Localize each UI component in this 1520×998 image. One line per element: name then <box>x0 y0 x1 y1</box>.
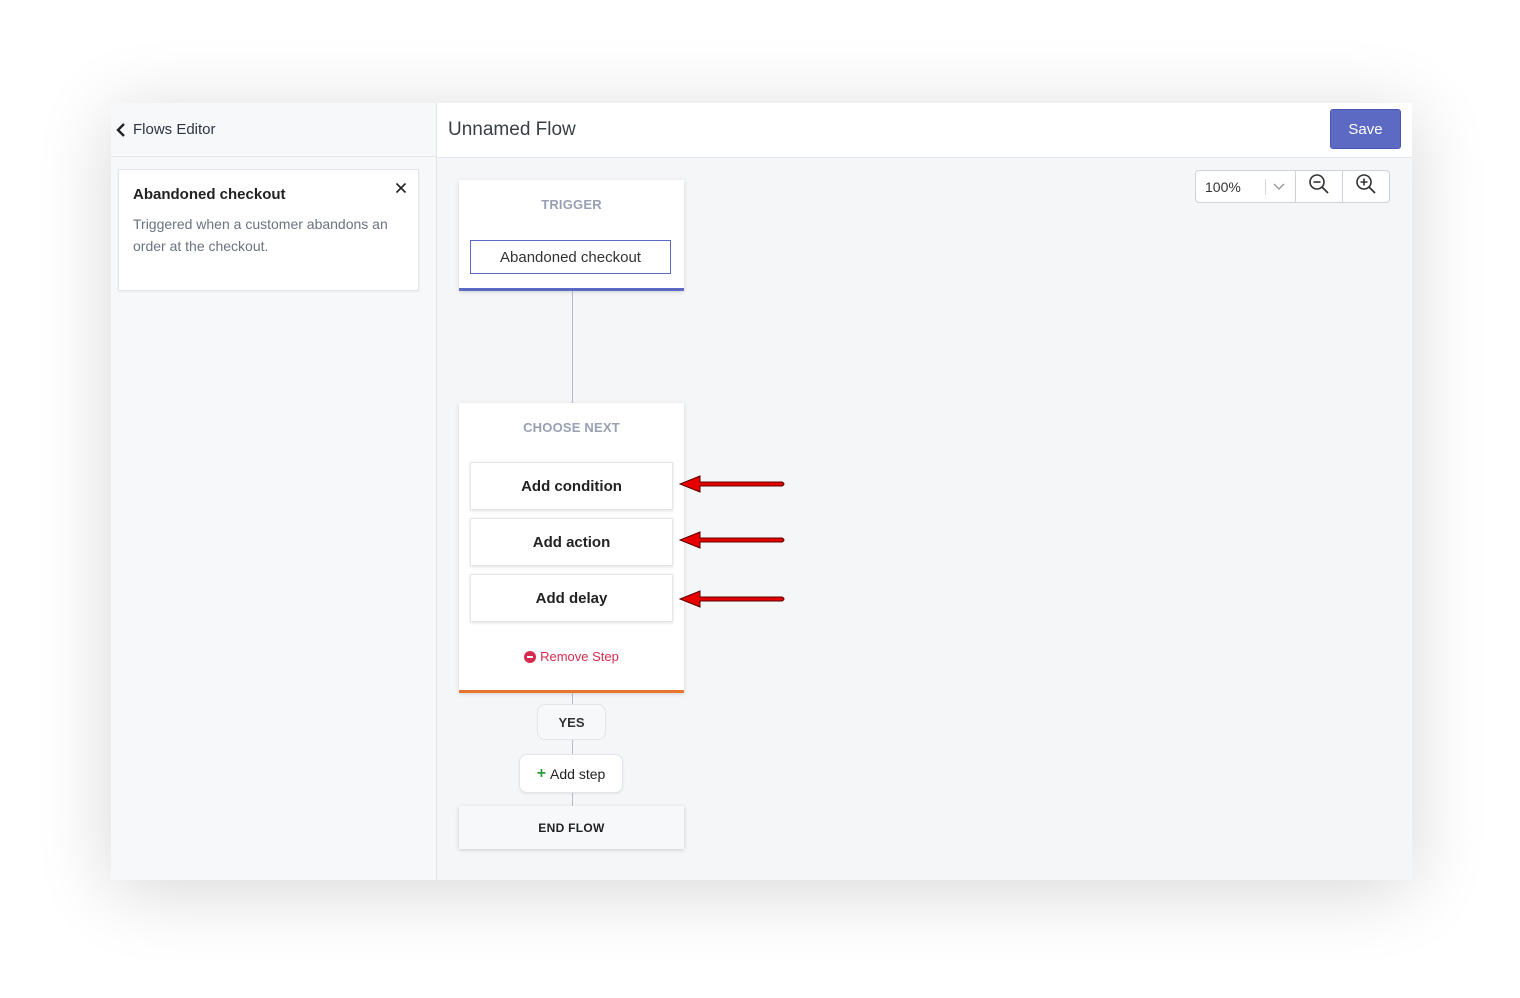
zoom-in-icon <box>1354 172 1378 201</box>
minus-circle-icon <box>524 650 537 663</box>
remove-step-button[interactable]: Remove Step <box>459 649 684 664</box>
end-flow-card: END FLOW <box>459 806 684 849</box>
zoom-level-value: 100% <box>1205 178 1241 195</box>
editor-header: Unnamed Flow Save <box>437 103 1412 158</box>
back-link-label: Flows Editor <box>133 121 216 138</box>
zoom-out-icon <box>1307 172 1331 201</box>
close-icon[interactable] <box>393 180 409 196</box>
trigger-heading: TRIGGER <box>541 197 602 212</box>
trigger-info-panel: Abandoned checkout Triggered when a cust… <box>118 169 419 291</box>
back-link[interactable]: Flows Editor <box>111 103 436 157</box>
add-delay-button[interactable]: Add delay <box>470 574 673 622</box>
choose-next-card: CHOOSE NEXT Add condition Add action Add… <box>459 403 684 693</box>
sidebar: Flows Editor Abandoned checkout Triggere… <box>111 103 437 880</box>
trigger-selector[interactable]: Abandoned checkout <box>470 240 671 274</box>
info-title: Abandoned checkout <box>133 186 286 203</box>
annotation-arrow-icon <box>678 475 785 493</box>
zoom-select-divider <box>1265 178 1266 195</box>
zoom-in-button[interactable] <box>1342 171 1389 202</box>
trigger-card: TRIGGER Abandoned checkout <box>459 180 684 291</box>
chevron-left-icon <box>111 122 131 138</box>
plus-icon: + <box>536 764 547 782</box>
info-description: Triggered when a customer abandons an or… <box>133 216 388 254</box>
add-step-label: Add step <box>550 765 606 782</box>
zoom-controls: 100% <box>1195 170 1390 203</box>
annotation-arrow-icon <box>678 531 785 549</box>
zoom-level-select[interactable]: 100% <box>1196 171 1297 202</box>
choose-next-heading: CHOOSE NEXT <box>523 420 620 435</box>
remove-step-label: Remove Step <box>540 649 619 664</box>
chevron-down-icon <box>1272 179 1286 195</box>
annotation-arrow-icon <box>678 590 785 608</box>
save-button[interactable]: Save <box>1330 109 1401 149</box>
flow-title[interactable]: Unnamed Flow <box>448 119 576 141</box>
yes-branch-label: YES <box>537 704 606 740</box>
add-action-button[interactable]: Add action <box>470 518 673 566</box>
add-step-button[interactable]: + Add step <box>519 754 623 793</box>
add-condition-button[interactable]: Add condition <box>470 462 673 510</box>
zoom-out-button[interactable] <box>1296 171 1342 202</box>
connector-line <box>572 291 573 403</box>
